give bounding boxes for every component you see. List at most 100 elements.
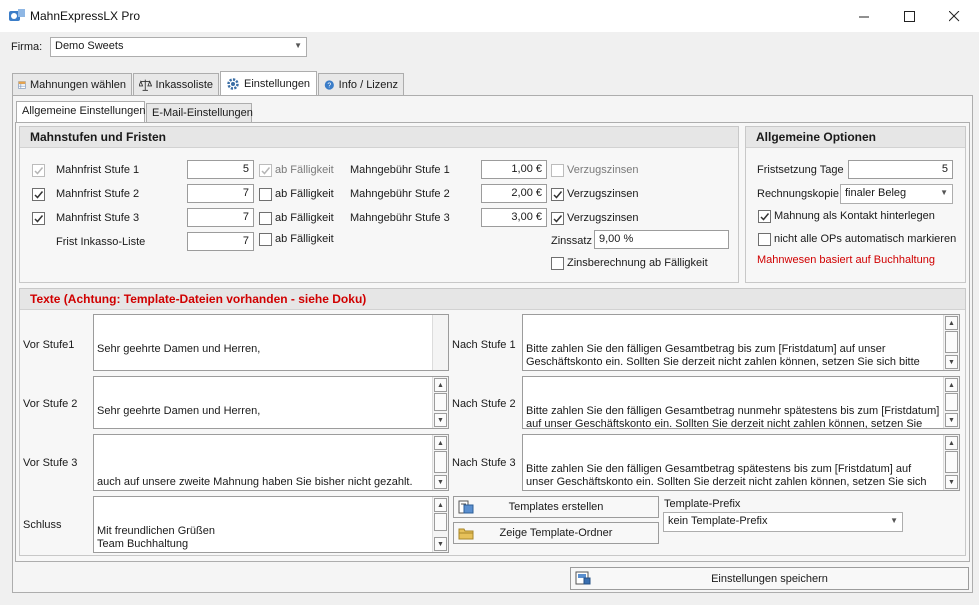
zeige-template-ordner-button[interactable]: Zeige Template-Ordner [453,522,659,544]
fristsetzung-input[interactable]: 5 [848,160,953,179]
scrollbar[interactable]: ▲ ▼ [432,435,448,490]
mahnfrist-stufe-1-checkbox[interactable] [32,164,45,177]
ab-faelligkeit-3-checkbox[interactable] [259,212,272,225]
mahngebuehr-stufe-2-label: Mahngebühr Stufe 2 [350,188,450,200]
vor-stufe-2-memo[interactable]: Sehr geehrte Damen und Herren, leider ha… [93,376,449,429]
ops-checkbox[interactable] [758,233,771,246]
mahnfrist-stufe-1-label: Mahnfrist Stufe 1 [56,164,140,176]
templates-erstellen-button[interactable]: Templates erstellen [453,496,659,518]
zeige-template-ordner-label: Zeige Template-Ordner [499,527,613,539]
scroll-up-icon[interactable]: ▲ [434,498,447,512]
schluss-memo[interactable]: Mit freundlichen Grüßen Team Buchhaltung… [93,496,449,553]
close-icon [948,10,959,21]
mahngebuehr-stufe-3-input[interactable]: 3,00 € [481,208,547,227]
checkmark-icon [553,215,563,223]
template-prefix-combo[interactable]: kein Template-Prefix ▼ [663,512,903,532]
mahnfrist-stufe-3-label: Mahnfrist Stufe 3 [56,212,140,224]
nach-stufe-3-text: Bitte zahlen Sie den fälligen Gesamtbetr… [526,463,940,490]
scroll-thumb[interactable] [945,393,958,411]
mahnfrist-stufe-2-label: Mahnfrist Stufe 2 [56,188,140,200]
scroll-down-icon[interactable]: ▼ [434,475,447,489]
rechnungskopie-combo[interactable]: finaler Beleg ▼ [840,184,953,204]
scroll-up-icon[interactable]: ▲ [945,316,958,330]
scroll-thumb[interactable] [434,393,447,411]
scrollbar[interactable]: ▲ ▼ [943,435,959,490]
tab-mahnungen[interactable]: Mahnungen wählen [12,73,132,96]
subtab-email-einstellungen[interactable]: E-Mail-Einstellungen [146,103,253,123]
ab-faelligkeit-2-label: ab Fälligkeit [275,188,334,200]
ab-faelligkeit-2-checkbox[interactable] [259,188,272,201]
firma-combo[interactable]: Demo Sweets ▼ [50,37,307,57]
scroll-down-icon[interactable]: ▼ [434,537,447,551]
kontakt-checkbox[interactable] [758,210,771,223]
scroll-down-icon[interactable]: ▼ [945,475,958,489]
save-settings-icon [575,571,591,585]
scroll-thumb[interactable] [434,513,447,531]
mahngebuehr-stufe-1-input[interactable]: 1,00 € [481,160,547,179]
mahnfrist-stufe-3-input[interactable]: 7 [187,208,254,227]
scroll-up-icon[interactable]: ▲ [434,378,447,392]
mahnfrist-stufe-2-checkbox[interactable] [32,188,45,201]
tab-einstellungen[interactable]: Einstellungen [220,71,317,96]
template-prefix-value: kein Template-Prefix [668,515,768,527]
tab-inkassoliste[interactable]: Inkassoliste [133,73,219,96]
scroll-thumb[interactable] [945,331,958,353]
ab-faelligkeit-1-checkbox[interactable] [259,164,272,177]
scroll-down-icon[interactable]: ▼ [945,413,958,427]
scroll-up-icon[interactable]: ▲ [434,436,447,450]
vor-stufe-1-label: Vor Stufe1 [23,339,75,351]
ops-label: nicht alle OPs automatisch markieren [774,233,957,245]
scrollbar[interactable]: ▲ ▼ [432,377,448,428]
scrollbar[interactable]: ▲ ▼ [943,315,959,370]
maximize-icon [903,10,915,22]
mahnfrist-stufe-1-input[interactable]: 5 [187,160,254,179]
maximize-button[interactable] [886,0,932,32]
minimize-button[interactable] [841,0,887,32]
scroll-up-icon[interactable]: ▲ [945,436,958,450]
vor-stufe-1-memo[interactable]: Sehr geehrte Damen und Herren, sicher is… [93,314,449,371]
tab-info-lizenz[interactable]: ? Info / Lizenz [318,73,404,96]
vor-stufe-3-label: Vor Stufe 3 [23,457,78,469]
vor-stufe-3-memo[interactable]: auch auf unsere zweite Mahnung haben Sie… [93,434,449,491]
scroll-down-icon[interactable]: ▼ [945,355,958,369]
verzugszinsen-3-checkbox[interactable] [551,212,564,225]
nach-stufe-1-memo[interactable]: Bitte zahlen Sie den fälligen Gesamtbetr… [522,314,960,371]
title-bar [0,0,979,32]
mahnfrist-stufe-3-checkbox[interactable] [32,212,45,225]
mahnfrist-stufe-2-input[interactable]: 7 [187,184,254,203]
table-icon [18,81,26,89]
window-title: MahnExpressLX Pro [30,9,141,23]
chevron-down-icon: ▼ [294,41,302,50]
texte-title: Texte (Achtung: Template-Dateien vorhand… [20,289,965,310]
ab-faelligkeit-3-label: ab Fälligkeit [275,212,334,224]
scrollbar[interactable]: ▲ ▼ [943,377,959,428]
ab-faelligkeit-inkasso-label: ab Fälligkeit [275,233,334,245]
nach-stufe-2-memo[interactable]: Bitte zahlen Sie den fälligen Gesamtbetr… [522,376,960,429]
mahngebuehr-stufe-2-input[interactable]: 2,00 € [481,184,547,203]
frist-inkasso-input[interactable]: 7 [187,232,254,251]
checkmark-icon [760,213,770,221]
subtab-allgemeine-einstellungen[interactable]: Allgemeine Einstellungen [16,101,146,123]
scroll-up-icon[interactable]: ▲ [945,378,958,392]
zinsberechnung-checkbox[interactable] [551,257,564,270]
scrollbar[interactable]: ▲ ▼ [432,497,448,552]
einstellungen-speichern-label: Einstellungen speichern [711,572,828,585]
ab-faelligkeit-1-label: ab Fälligkeit [275,164,334,176]
scroll-thumb[interactable] [945,451,958,473]
frist-inkasso-label: Frist Inkasso-Liste [56,236,146,248]
scroll-down-icon[interactable]: ▼ [434,413,447,427]
firma-label: Firma: [11,41,43,53]
verzugszinsen-2-checkbox[interactable] [551,188,564,201]
verzugszinsen-1-checkbox[interactable] [551,164,564,177]
ab-faelligkeit-inkasso-checkbox[interactable] [259,233,272,246]
nach-stufe-3-memo[interactable]: Bitte zahlen Sie den fälligen Gesamtbetr… [522,434,960,491]
einstellungen-speichern-button[interactable]: Einstellungen speichern [570,567,969,590]
scrollbar[interactable] [432,315,448,370]
verzugszinsen-2-label: Verzugszinsen [567,188,639,200]
kontakt-label: Mahnung als Kontakt hinterlegen [774,210,935,222]
zinssatz-input[interactable]: 9,00 % [594,230,729,249]
mahngebuehr-stufe-1-label: Mahngebühr Stufe 1 [350,164,450,176]
svg-text:?: ? [327,83,331,90]
close-button[interactable] [931,0,977,32]
scroll-thumb[interactable] [434,451,447,473]
